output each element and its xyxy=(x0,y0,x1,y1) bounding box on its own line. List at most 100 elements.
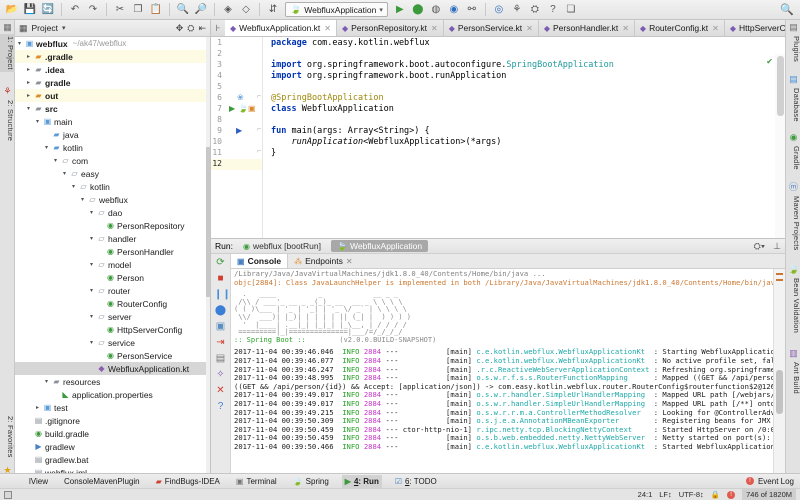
print-icon[interactable]: ⬤ xyxy=(214,304,227,317)
close-icon[interactable]: ✕ xyxy=(324,24,331,33)
tree-node[interactable]: ▰java xyxy=(15,128,206,141)
stop-icon[interactable]: ■ xyxy=(214,272,227,285)
error-icon[interactable]: ! xyxy=(727,491,735,499)
scroll-to-end-icon[interactable]: ⇥ xyxy=(214,336,227,349)
sidebar-item-favorites[interactable]: 2: Favorites xyxy=(0,414,15,460)
project-tree[interactable]: ▾▣webflux~/ak47/webflux▸▰.gradle▸▰.idea▸… xyxy=(15,37,206,480)
search-everywhere-icon[interactable]: ◎ xyxy=(491,2,507,18)
tree-node[interactable]: ▾▱handler xyxy=(15,232,206,245)
tree-node[interactable]: ▶gradlew xyxy=(15,440,206,453)
tree-twisty[interactable]: ▾ xyxy=(24,105,33,112)
tool-window-button[interactable]: ▶4: Run xyxy=(342,475,382,488)
close-icon[interactable]: ✕ xyxy=(526,24,533,33)
tree-node[interactable]: ▾▱service xyxy=(15,336,206,349)
tab-list-icon[interactable]: ⊦ xyxy=(211,20,225,36)
chevron-down-icon[interactable]: ▾ xyxy=(62,24,66,32)
attach-icon[interactable]: ⚯ xyxy=(464,2,480,18)
editor-gutter[interactable]: 123456789101112 ❀ ▶ 🍃 ▣ ▶ ⌐ ⌐ ⌐ xyxy=(211,37,263,238)
tree-node[interactable]: ◉RouterConfig xyxy=(15,297,206,310)
sidebar-item-bean-validation[interactable]: Bean Validation xyxy=(786,276,800,335)
tree-twisty[interactable]: ▸ xyxy=(24,79,33,86)
tree-twisty[interactable]: ▾ xyxy=(87,209,96,216)
editor-tab[interactable]: ◆PersonRepository.kt✕ xyxy=(337,20,444,36)
editor-code-content[interactable]: package com.easy.kotlin.webflux import o… xyxy=(263,37,785,238)
tree-node[interactable]: ◣application.properties xyxy=(15,388,206,401)
tree-node[interactable]: ▾▰src xyxy=(15,102,206,115)
settings-gear-icon[interactable]: ⛭ xyxy=(187,23,194,34)
back-icon[interactable]: ◈ xyxy=(220,2,236,18)
tree-node[interactable]: ▤.gitignore xyxy=(15,414,206,427)
tree-twisty[interactable]: ▾ xyxy=(42,144,51,151)
tool-window-button[interactable]: ☑6: TODO xyxy=(392,475,440,488)
tree-node[interactable]: ▾▣main xyxy=(15,115,206,128)
tree-twisty[interactable]: ▾ xyxy=(33,118,42,125)
vcs-update-icon[interactable]: ⚘ xyxy=(509,2,525,18)
tree-node[interactable]: ▾▱server xyxy=(15,310,206,323)
replace-icon[interactable]: 🔎 xyxy=(193,2,209,18)
editor-scrollbar[interactable] xyxy=(775,54,785,238)
event-log-label[interactable]: Event Log xyxy=(758,477,794,486)
tab-console[interactable]: ▣ Console xyxy=(231,254,288,268)
tree-twisty[interactable]: ▾ xyxy=(87,261,96,268)
undo-icon[interactable]: ↶ xyxy=(67,2,83,18)
fold-marker[interactable]: ⌐ xyxy=(257,126,261,133)
run-tab-bootrun[interactable]: ◉ webflux [bootRun] xyxy=(237,240,327,252)
profile-icon[interactable]: ◉ xyxy=(446,2,462,18)
layout-icon[interactable]: ❏ xyxy=(563,2,579,18)
project-scrollbar-thumb[interactable] xyxy=(206,147,210,297)
close-icon[interactable]: ✕ xyxy=(622,24,629,33)
help-icon[interactable]: ? xyxy=(545,2,561,18)
event-log-area[interactable]: ! Event Log xyxy=(746,477,800,486)
compile-icon[interactable]: ⇵ xyxy=(265,2,281,18)
console-scrollbar-thumb[interactable] xyxy=(776,370,783,414)
sidebar-item-structure[interactable]: 2: Structure xyxy=(0,98,15,143)
close-icon[interactable]: ✕ xyxy=(346,257,353,266)
file-encoding[interactable]: UTF-8↕ xyxy=(679,490,704,499)
open-folder-icon[interactable]: 📂 xyxy=(4,2,20,18)
editor-tab[interactable]: ◆PersonHandler.kt✕ xyxy=(539,20,635,36)
sidebar-item-gradle[interactable]: Gradle xyxy=(786,144,800,172)
expand-icon[interactable]: ✥ xyxy=(176,23,184,34)
tree-node[interactable]: ▤gradlew.bat xyxy=(15,453,206,466)
sidebar-item-database[interactable]: Database xyxy=(786,86,800,124)
export-icon[interactable]: ▣ xyxy=(214,320,227,333)
tree-node[interactable]: ▾▱kotlin xyxy=(15,180,206,193)
tree-twisty[interactable]: ▾ xyxy=(87,313,96,320)
memory-indicator[interactable]: 746 of 1820M xyxy=(742,489,796,500)
fold-marker[interactable]: ⌐ xyxy=(257,93,261,100)
close-icon[interactable]: ✕ xyxy=(712,24,719,33)
editor-scrollbar-thumb[interactable] xyxy=(777,56,784,116)
editor-tab-bar[interactable]: ⊦ ◆WebfluxApplication.kt✕◆PersonReposito… xyxy=(211,20,785,37)
find-icon[interactable]: 🔍 xyxy=(175,2,191,18)
sidebar-item-plugins[interactable]: Plugins xyxy=(786,34,800,64)
save-icon[interactable]: 💾 xyxy=(22,2,38,18)
tree-node[interactable]: ◉Person xyxy=(15,271,206,284)
sidebar-item-ant-build[interactable]: Ant Build xyxy=(786,360,800,396)
tree-node[interactable]: ▸▰.idea xyxy=(15,63,206,76)
line-separator[interactable]: LF↕ xyxy=(659,490,672,499)
tree-node[interactable]: ▾▣webflux~/ak47/webflux xyxy=(15,37,206,50)
run-configuration-selector[interactable]: 🍃 WebfluxApplication ▾ xyxy=(285,2,388,17)
tool-window-button[interactable]: ▣Terminal xyxy=(233,475,280,488)
main-run-gutter-icon[interactable]: ▶ xyxy=(236,126,242,135)
tree-node[interactable]: ▾▱router xyxy=(15,284,206,297)
debug-icon[interactable]: ⬤ xyxy=(410,2,426,18)
soft-wrap-icon[interactable]: ▤ xyxy=(214,352,227,365)
tree-node[interactable]: ▸▣test xyxy=(15,401,206,414)
tree-node[interactable]: ◉HttpServerConfig xyxy=(15,323,206,336)
inspection-ok-icon[interactable]: ✔ xyxy=(766,57,773,66)
tree-node[interactable]: ▾▱webflux xyxy=(15,193,206,206)
editor-tab[interactable]: ◆HttpServerConfig.kt✕ xyxy=(725,20,785,36)
tree-twisty[interactable]: ▾ xyxy=(87,339,96,346)
tree-node[interactable]: ▾▱com xyxy=(15,154,206,167)
copy-icon[interactable]: ❐ xyxy=(130,2,146,18)
tree-node[interactable]: ▾▱dao xyxy=(15,206,206,219)
tree-node[interactable]: ◉build.gradle xyxy=(15,427,206,440)
console-tab-bar[interactable]: ▣ Console ⁂ Endpoints ✕ xyxy=(231,254,785,269)
tree-node[interactable]: ▸▰gradle xyxy=(15,76,206,89)
tree-twisty[interactable]: ▸ xyxy=(24,66,33,73)
tree-twisty[interactable]: ▾ xyxy=(42,378,51,385)
sidebar-item-project[interactable]: 1: Project xyxy=(0,34,15,72)
pin-tab-icon[interactable]: ✧ xyxy=(214,368,227,381)
run-tab-webfluxapplication[interactable]: 🍃 WebfluxApplication xyxy=(331,240,428,252)
